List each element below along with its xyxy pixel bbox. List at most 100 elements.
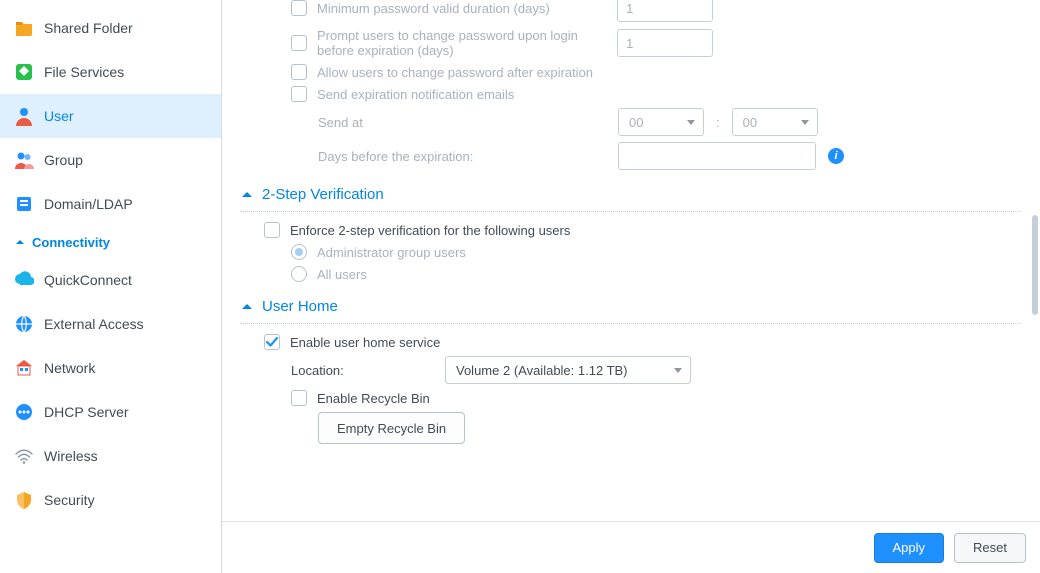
enable-recycle-label: Enable Recycle Bin [317,391,430,406]
sidebar-section-label: Connectivity [32,235,110,250]
prompt-change-checkbox[interactable] [291,35,307,51]
min-valid-checkbox[interactable] [291,0,307,16]
enforce-two-step-row: Enforce 2-step verification for the foll… [264,222,1020,238]
two-step-title: 2-Step Verification [262,186,384,203]
min-valid-label: Minimum password valid duration (days) [317,1,617,16]
days-before-row: Days before the expiration: i [318,142,1020,170]
info-icon[interactable]: i [828,148,844,164]
location-row: Location: Volume 2 (Available: 1.12 TB) [291,356,1020,384]
location-label: Location: [291,363,445,378]
external-access-icon [14,314,34,334]
allow-after-checkbox[interactable] [291,64,307,80]
section-divider [240,211,1020,212]
sidebar-item-shared-folder[interactable]: Shared Folder [0,6,221,50]
sidebar-item-group[interactable]: Group [0,138,221,182]
dhcp-server-icon [14,402,34,422]
two-step-admin-radio[interactable] [291,244,307,260]
sidebar-item-network[interactable]: Network [0,346,221,390]
send-at-hour-value: 00 [629,115,643,130]
send-emails-label: Send expiration notification emails [317,87,514,102]
two-step-all-row: All users [291,266,1020,282]
allow-after-label: Allow users to change password after exp… [317,65,593,80]
send-at-minute-dropdown[interactable]: 00 [732,108,818,136]
checkmark-icon [266,336,278,348]
sidebar-item-wireless[interactable]: Wireless [0,434,221,478]
sidebar-item-label: DHCP Server [44,404,129,420]
sidebar-item-dhcp-server[interactable]: DHCP Server [0,390,221,434]
apply-button[interactable]: Apply [874,533,945,563]
empty-recycle-row: Empty Recycle Bin [318,412,1020,444]
sidebar-item-label: Network [44,360,95,376]
two-step-admin-row: Administrator group users [291,244,1020,260]
prompt-change-input[interactable] [617,29,713,57]
two-step-section-header[interactable]: 2-Step Verification [240,186,1020,203]
prompt-change-row: Prompt users to change password upon log… [291,28,1020,58]
days-before-input[interactable] [618,142,816,170]
chevron-down-icon [801,120,809,125]
two-step-all-label: All users [317,267,367,282]
send-emails-checkbox[interactable] [291,86,307,102]
enforce-two-step-label: Enforce 2-step verification for the foll… [290,223,570,238]
location-value: Volume 2 (Available: 1.12 TB) [456,363,628,378]
sidebar-item-label: Group [44,152,83,168]
sidebar-item-security[interactable]: Security [0,478,221,522]
quickconnect-icon [14,270,34,290]
network-icon [14,358,34,378]
shield-icon [14,490,34,510]
footer: Apply Reset [222,521,1040,573]
min-valid-input[interactable] [617,0,713,22]
domain-ldap-icon [14,194,34,214]
reset-button[interactable]: Reset [954,533,1026,563]
sidebar-item-label: Domain/LDAP [44,196,133,212]
sidebar-item-label: QuickConnect [44,272,132,288]
empty-recycle-button[interactable]: Empty Recycle Bin [318,412,465,444]
send-at-row: Send at 00 : 00 [318,108,1020,136]
group-icon [14,150,34,170]
min-valid-row: Minimum password valid duration (days) [291,0,1020,22]
days-before-label: Days before the expiration: [318,149,618,164]
sidebar-item-label: External Access [44,316,144,332]
two-step-admin-label: Administrator group users [317,245,466,260]
sidebar-item-label: User [44,108,74,124]
enable-user-home-row: Enable user home service [264,334,1020,350]
sidebar-item-file-services[interactable]: File Services [0,50,221,94]
send-emails-row: Send expiration notification emails [291,86,1020,102]
user-icon [14,106,34,126]
settings-scroll-area: Minimum password valid duration (days) P… [222,0,1040,521]
shared-folder-icon [14,18,34,38]
prompt-change-label: Prompt users to change password upon log… [317,28,617,58]
sidebar-item-quickconnect[interactable]: QuickConnect [0,258,221,302]
sidebar-section-connectivity[interactable]: Connectivity [0,226,221,258]
sidebar-item-user[interactable]: User [0,94,221,138]
chevron-down-icon [687,120,695,125]
chevron-up-icon [240,188,254,202]
chevron-down-icon [674,368,682,373]
sidebar-item-domain-ldap[interactable]: Domain/LDAP [0,182,221,226]
two-step-all-radio[interactable] [291,266,307,282]
allow-after-row: Allow users to change password after exp… [291,64,1020,80]
user-home-section-header[interactable]: User Home [240,298,1020,315]
sidebar-item-label: Security [44,492,95,508]
enable-recycle-row: Enable Recycle Bin [291,390,1020,406]
sidebar-item-label: Wireless [44,448,98,464]
enable-user-home-label: Enable user home service [290,335,440,350]
sidebar-item-external-access[interactable]: External Access [0,302,221,346]
sidebar-item-label: File Services [44,64,124,80]
sidebar-item-label: Shared Folder [44,20,133,36]
send-at-label: Send at [318,115,618,130]
main-panel: Minimum password valid duration (days) P… [222,0,1040,573]
time-colon: : [716,115,720,130]
send-at-hour-dropdown[interactable]: 00 [618,108,704,136]
send-at-minute-value: 00 [743,115,757,130]
scrollbar-track[interactable] [1032,190,1038,490]
chevron-up-icon [14,236,26,248]
scrollbar-thumb[interactable] [1032,215,1038,315]
chevron-up-icon [240,300,254,314]
enable-user-home-checkbox[interactable] [264,334,280,350]
wireless-icon [14,446,34,466]
enable-recycle-checkbox[interactable] [291,390,307,406]
location-dropdown[interactable]: Volume 2 (Available: 1.12 TB) [445,356,691,384]
file-services-icon [14,62,34,82]
enforce-two-step-checkbox[interactable] [264,222,280,238]
sidebar: Shared Folder File Services User Group D… [0,0,222,573]
